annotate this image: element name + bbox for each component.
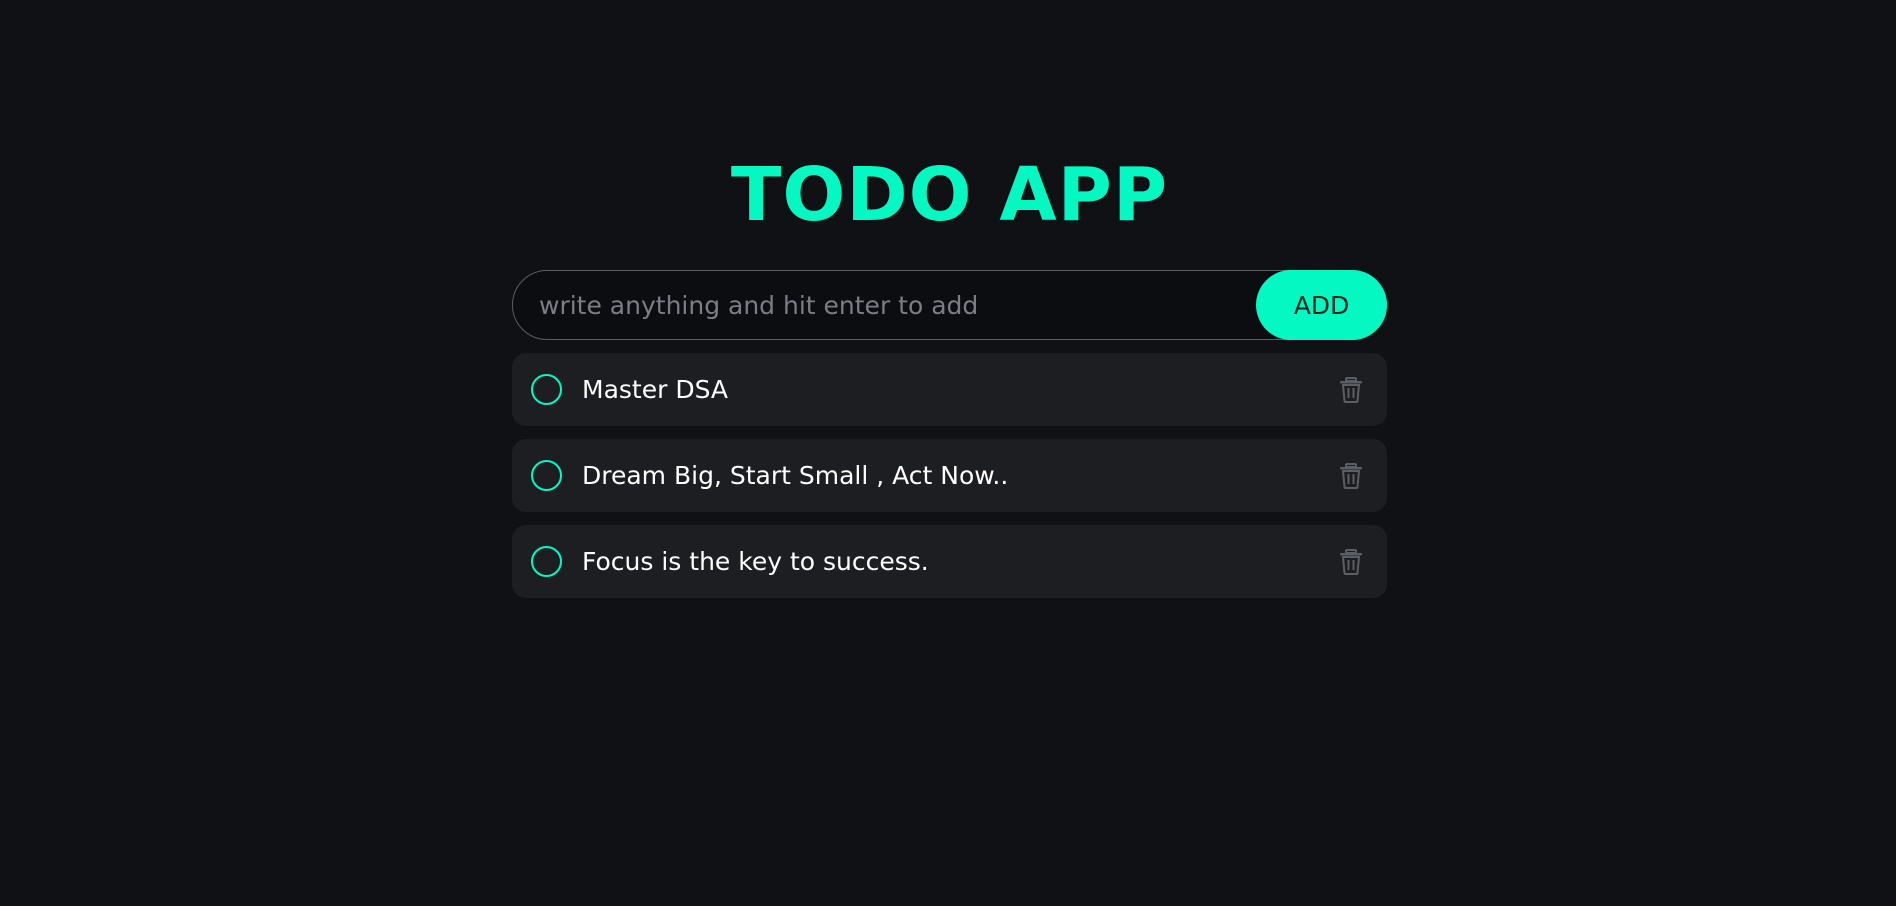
complete-checkbox-icon[interactable] [531,546,562,577]
todo-app: TODO APP ADD Master DSA Dream Big, Start… [512,150,1387,611]
todo-item: Focus is the key to success. [512,525,1387,598]
todo-text: Dream Big, Start Small , Act Now.. [582,461,1009,490]
complete-checkbox-icon[interactable] [531,460,562,491]
todo-item: Dream Big, Start Small , Act Now.. [512,439,1387,512]
todo-text: Focus is the key to success. [582,547,929,576]
add-todo-form: ADD [512,270,1387,340]
complete-checkbox-icon[interactable] [531,374,562,405]
trash-icon[interactable] [1339,377,1363,403]
todo-list: Master DSA Dream Big, Start Small , Act … [512,353,1387,598]
todo-text: Master DSA [582,375,729,404]
todo-item: Master DSA [512,353,1387,426]
trash-icon[interactable] [1339,463,1363,489]
add-button[interactable]: ADD [1256,270,1387,340]
trash-icon[interactable] [1339,549,1363,575]
app-title: TODO APP [730,152,1169,238]
